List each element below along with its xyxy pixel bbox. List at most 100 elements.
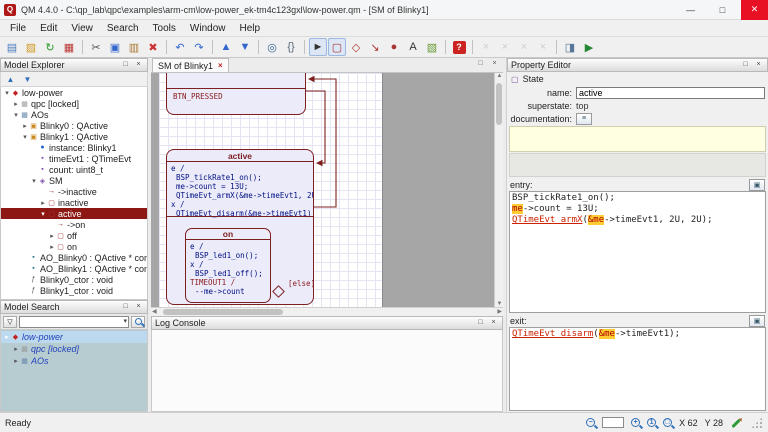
close-button[interactable]: ✕ xyxy=(741,0,768,20)
transition-tool-button[interactable]: ↘ xyxy=(366,38,384,56)
tree-item-active[interactable]: ▾▢active xyxy=(1,208,147,219)
scroll-left-icon[interactable]: ◀ xyxy=(152,308,157,315)
menu-view[interactable]: View xyxy=(64,22,100,35)
tree-item-blinky0-qactive[interactable]: ▸▣Blinky0 : QActive xyxy=(1,120,147,131)
move-up-button[interactable]: ▲ xyxy=(217,38,235,56)
float-panel-icon[interactable]: □ xyxy=(120,60,131,71)
documentation-editor[interactable] xyxy=(509,126,766,152)
vertical-scrollbar[interactable]: ▲ ▼ xyxy=(494,73,503,307)
tree-item-aos[interactable]: ▾▦AOs xyxy=(1,109,147,120)
state-tool-button[interactable]: ▢ xyxy=(328,38,346,56)
expand-exit-button[interactable]: ▣ xyxy=(749,315,765,327)
tree-item-inactive[interactable]: →->inactive xyxy=(1,186,147,197)
maximize-button[interactable]: □ xyxy=(709,0,736,20)
tree-item-sm[interactable]: ▾◈SM xyxy=(1,175,147,186)
diagram-canvas[interactable]: BTN_PRESSED active e /BSP_tickRate1_on()… xyxy=(151,73,494,307)
expander-icon[interactable]: ▸ xyxy=(3,333,11,341)
float-panel-icon[interactable]: □ xyxy=(740,60,751,71)
tree-item-low-power[interactable]: ▸◆low-power xyxy=(1,331,147,343)
move-down-button[interactable]: ▼ xyxy=(236,38,254,56)
close-panel-icon[interactable]: × xyxy=(133,60,144,71)
float-panel-icon[interactable]: □ xyxy=(475,318,486,329)
choice-tool-button[interactable]: ◇ xyxy=(347,38,365,56)
tree-item-qpc-locked[interactable]: ▸▦qpc [locked] xyxy=(1,98,147,109)
log-console-output[interactable] xyxy=(151,330,503,412)
tree-item-on[interactable]: →->on xyxy=(1,219,147,230)
copy-button[interactable]: ▣ xyxy=(106,38,124,56)
tree-item-blinky1-ctor-void[interactable]: ƒBlinky1_ctor : void xyxy=(1,285,147,296)
tree-item-low-power[interactable]: ▾◆low-power xyxy=(1,87,147,98)
scroll-up-icon[interactable]: ▲ xyxy=(495,73,504,79)
menu-edit[interactable]: Edit xyxy=(33,22,64,35)
tree-item-blinky1-qactive[interactable]: ▾▣Blinky1 : QActive xyxy=(1,131,147,142)
horizontal-scroll-thumb[interactable] xyxy=(163,309,283,315)
menu-help[interactable]: Help xyxy=(232,22,267,35)
menu-file[interactable]: File xyxy=(3,22,33,35)
float-panel-icon[interactable]: □ xyxy=(120,302,131,313)
paste-button[interactable]: ▥ xyxy=(125,38,143,56)
expander-icon[interactable]: ▸ xyxy=(48,243,56,251)
qspy-view-button[interactable]: ▶ xyxy=(580,38,598,56)
tree-item-instance-blinky1[interactable]: ●instance: Blinky1 xyxy=(1,142,147,153)
delete-button[interactable]: ✖ xyxy=(144,38,162,56)
new-model-button[interactable]: ▤ xyxy=(3,38,21,56)
redo-button[interactable]: ↷ xyxy=(190,38,208,56)
tree-item-ao-blinky1-qactive-const[interactable]: ▪AO_Blinky1 : QActive * const xyxy=(1,263,147,274)
horizontal-scrollbar[interactable]: ◀ ▶ xyxy=(151,307,503,316)
tree-item-blinky0-ctor-void[interactable]: ƒBlinky0_ctor : void xyxy=(1,274,147,285)
entry-code-editor[interactable]: BSP_tickRate1_on();me->count = 13U;QTime… xyxy=(509,191,766,313)
scroll-right-icon[interactable]: ▶ xyxy=(497,308,502,315)
expand-entry-button[interactable]: ▣ xyxy=(749,179,765,191)
prev-item-button[interactable]: ▲ xyxy=(3,73,18,86)
expander-icon[interactable]: ▸ xyxy=(39,199,47,207)
help-button[interactable]: ? xyxy=(450,38,468,56)
zoom-fit-icon[interactable]: □ xyxy=(663,418,672,427)
expander-icon[interactable]: ▾ xyxy=(12,111,20,119)
state-on[interactable]: on e /BSP_led1_on();x /BSP_led1_off();TI… xyxy=(185,228,271,303)
diagram-sheet[interactable]: BTN_PRESSED active e /BSP_tickRate1_on()… xyxy=(159,73,383,307)
expander-icon[interactable]: ▸ xyxy=(48,232,56,240)
close-diagram-icon[interactable]: × xyxy=(489,59,500,70)
name-field[interactable] xyxy=(576,87,765,99)
text-tool-button[interactable]: A xyxy=(404,38,422,56)
next-item-button[interactable]: ▼ xyxy=(20,73,35,86)
search-button[interactable] xyxy=(131,316,145,328)
menu-window[interactable]: Window xyxy=(183,22,233,35)
connector-tool-button[interactable]: ● xyxy=(385,38,403,56)
close-panel-icon[interactable]: × xyxy=(753,60,764,71)
expander-icon[interactable]: ▾ xyxy=(3,89,11,97)
tab-sm-of-blinky1[interactable]: SM of Blinky1 × xyxy=(152,58,229,72)
close-tab-icon[interactable]: × xyxy=(218,61,223,70)
state-inactive-partial[interactable]: BTN_PRESSED xyxy=(166,73,306,115)
tree-item-count-uint8-t[interactable]: ▪count: uint8_t xyxy=(1,164,147,175)
expander-icon[interactable]: ▸ xyxy=(12,357,20,365)
minimize-button[interactable]: — xyxy=(677,0,704,20)
zoom-value-box[interactable] xyxy=(602,417,624,428)
vertical-scroll-thumb[interactable] xyxy=(496,83,502,125)
tree-item-inactive[interactable]: ▸▢inactive xyxy=(1,197,147,208)
expander-icon[interactable]: ▸ xyxy=(12,345,20,353)
search-filter-select[interactable]: ▾ xyxy=(19,316,129,328)
tree-item-timeevt1-qtimeevt[interactable]: ▪timeEvt1 : QTimeEvt xyxy=(1,153,147,164)
filter-button[interactable]: ▽ xyxy=(3,316,17,328)
expander-icon[interactable]: ▸ xyxy=(21,122,29,130)
restore-diagram-icon[interactable]: □ xyxy=(475,59,486,70)
open-model-button[interactable]: ▨ xyxy=(22,38,40,56)
zoom-100-icon[interactable]: 1 xyxy=(647,418,656,427)
undo-button[interactable]: ↶ xyxy=(171,38,189,56)
expander-icon[interactable]: ▸ xyxy=(12,100,20,108)
save-model-button[interactable]: ▦ xyxy=(60,38,78,56)
tree-item-off[interactable]: ▸▢off xyxy=(1,230,147,241)
resize-grip[interactable] xyxy=(751,417,763,429)
external-tools-button[interactable]: ◨ xyxy=(561,38,579,56)
tree-item-ao-blinky0-qactive-const[interactable]: ▪AO_Blinky0 : QActive * const xyxy=(1,252,147,263)
close-panel-icon[interactable]: × xyxy=(488,318,499,329)
tree-item-on[interactable]: ▸▢on xyxy=(1,241,147,252)
menu-tools[interactable]: Tools xyxy=(146,22,183,35)
find-button[interactable]: ◎ xyxy=(263,38,281,56)
expander-icon[interactable]: ▾ xyxy=(30,177,38,185)
cut-button[interactable]: ✂ xyxy=(87,38,105,56)
tree-item-aos[interactable]: ▸▦AOs xyxy=(1,355,147,367)
close-panel-icon[interactable]: × xyxy=(133,302,144,313)
image-tool-button[interactable]: ▧ xyxy=(423,38,441,56)
